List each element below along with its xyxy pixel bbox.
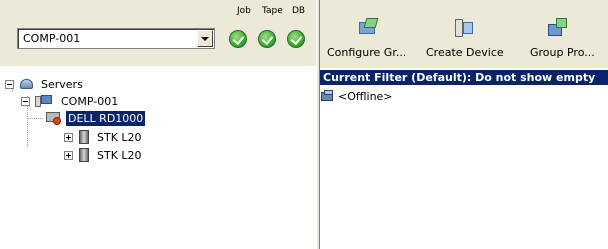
tape-library-icon [78, 147, 90, 163]
configure-groups-button[interactable]: Configure Gr... [320, 0, 416, 66]
servers-icon [19, 77, 35, 91]
create-device-icon [452, 18, 474, 38]
expand-toggle[interactable] [64, 150, 73, 160]
status-label-job: Job [237, 6, 251, 16]
tree-label-computer: COMP-001 [61, 94, 119, 108]
tape-library-icon [78, 129, 90, 145]
tree-node-computer[interactable]: COMP-001 [21, 93, 120, 109]
tree-node-library[interactable]: STK L20 [64, 129, 144, 145]
create-device-label: Create Device [426, 46, 504, 59]
list-item-label: <Offline> [338, 89, 393, 103]
offline-tape-drive-icon [45, 111, 62, 126]
db-status-check-icon[interactable] [287, 30, 305, 48]
configure-groups-icon [357, 18, 379, 38]
filter-bar: Current Filter (Default): Do not show em… [320, 70, 608, 85]
status-label-tape: Tape [262, 6, 283, 16]
server-combo-value: COMP-001 [23, 32, 81, 45]
list-item[interactable]: <Offline> [321, 88, 393, 104]
collapse-toggle[interactable] [21, 96, 30, 106]
offline-group-icon [321, 90, 335, 102]
tree-label-library: STK L20 [97, 148, 142, 162]
server-combo[interactable]: COMP-001 [17, 28, 215, 49]
create-device-button[interactable]: Create Device [420, 0, 506, 66]
status-labels: Job Tape DB [237, 6, 315, 18]
right-pane: Configure Gr... Create Device Group Pro.… [320, 0, 608, 249]
status-label-db: DB [292, 6, 306, 16]
tree-node-library[interactable]: STK L20 [64, 147, 144, 163]
left-pane: COMP-001 Job Tape DB Servers COMP-001 DE… [0, 0, 316, 249]
server-toolbar: COMP-001 Job Tape DB [0, 0, 316, 66]
job-status-check-icon[interactable] [229, 30, 247, 48]
tree-label-servers: Servers [41, 77, 83, 91]
combo-dropdown-button[interactable] [197, 30, 213, 47]
device-toolbar: Configure Gr... Create Device Group Pro.… [320, 0, 608, 68]
tree-connector [27, 118, 43, 119]
tree-label-library: STK L20 [97, 130, 142, 144]
group-properties-button[interactable]: Group Pro... [516, 0, 608, 66]
group-properties-icon [546, 18, 568, 38]
collapse-toggle[interactable] [5, 79, 14, 89]
server-tree: Servers COMP-001 DELL RD1000 STK L20 STK… [0, 68, 316, 249]
expand-toggle[interactable] [64, 132, 73, 142]
tree-node-device[interactable]: DELL RD1000 [45, 110, 146, 126]
tree-label-device: DELL RD1000 [66, 110, 146, 126]
tape-status-check-icon[interactable] [258, 30, 276, 48]
tree-node-servers[interactable]: Servers [5, 76, 85, 92]
group-properties-label: Group Pro... [530, 46, 595, 59]
computer-icon [35, 94, 53, 108]
configure-groups-label: Configure Gr... [327, 46, 407, 59]
